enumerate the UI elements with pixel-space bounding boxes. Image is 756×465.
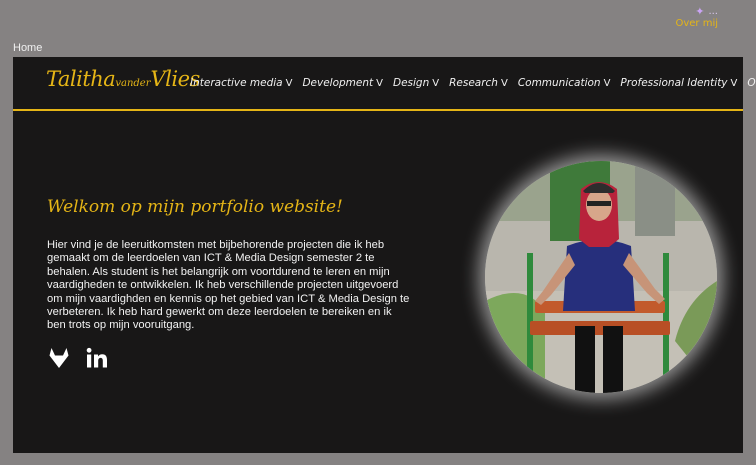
- nav-item-interactive-media[interactable]: Interactive media V: [190, 77, 292, 89]
- chevron-down-icon: V: [730, 77, 738, 89]
- chevron-down-icon: V: [603, 77, 611, 89]
- welcome-heading: Welkom op mijn portfolio website!: [47, 197, 343, 217]
- nav-item-label: Research: [449, 77, 498, 89]
- main-nav: Interactive media V Development V Design…: [190, 77, 756, 89]
- nav-item-label: Design: [392, 77, 430, 89]
- top-link-ellipsis: ...: [708, 6, 718, 17]
- nav-item-label: Communication: [517, 77, 601, 89]
- profile-photo: [485, 161, 717, 393]
- top-right-link[interactable]: ✦ ... Over mij: [675, 5, 718, 29]
- top-link-badge: ✦ ...: [695, 5, 718, 18]
- chevron-down-icon: V: [285, 77, 293, 89]
- nav-item-communication[interactable]: Communication V: [518, 77, 611, 89]
- social-links: [47, 346, 109, 370]
- nav-item-design[interactable]: Design V: [393, 77, 439, 89]
- site-logo[interactable]: TalithavanderVlies: [46, 67, 200, 91]
- nav-item-label: Interactive media: [190, 77, 283, 89]
- intro-paragraph: Hier vind je de leeruitkomsten met bijbe…: [47, 239, 410, 332]
- breadcrumb[interactable]: Home: [13, 42, 42, 54]
- nav-item-label: Development: [302, 77, 374, 89]
- nav-item-label: Over mij: [747, 77, 756, 89]
- site-frame: TalithavanderVlies Interactive media V D…: [13, 57, 756, 453]
- chevron-down-icon: V: [432, 77, 440, 89]
- chevron-down-icon: V: [500, 77, 508, 89]
- chevron-down-icon: V: [376, 77, 383, 89]
- sparkle-icon: ✦: [695, 5, 705, 18]
- logo-middle: vander: [115, 78, 151, 89]
- nav-item-development[interactable]: Development V: [302, 77, 383, 89]
- nav-item-research[interactable]: Research V: [449, 77, 508, 89]
- gitlab-icon[interactable]: [47, 346, 71, 370]
- profile-photo-image: [485, 161, 717, 393]
- nav-item-over-mij[interactable]: Over mij: [747, 77, 756, 89]
- top-link-over-mij[interactable]: Over mij: [675, 18, 718, 29]
- linkedin-icon[interactable]: [85, 346, 109, 370]
- logo-first: Talitha: [46, 67, 116, 91]
- navbar: TalithavanderVlies Interactive media V D…: [13, 57, 756, 111]
- nav-item-label: Professional Identity: [620, 77, 728, 89]
- nav-item-professional-identity[interactable]: Professional Identity V: [620, 77, 737, 89]
